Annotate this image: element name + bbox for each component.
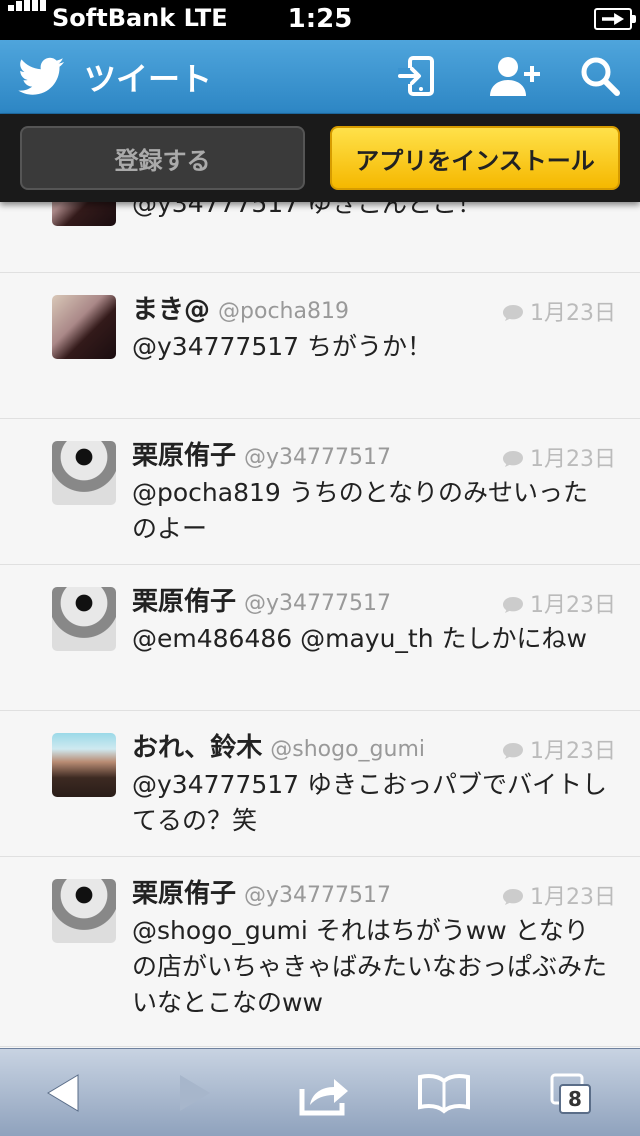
tweet-date[interactable]: 1月23日 [530, 447, 616, 472]
bookmarks-icon[interactable] [416, 1067, 472, 1119]
top-navigation-bar: ツイート [0, 40, 640, 114]
tweet-item[interactable]: 栗原侑子 @y34777517 1月23日 @pocha819 うちのとなりのみせ… [0, 419, 640, 565]
avatar[interactable] [52, 587, 116, 651]
tweet-text: @y34777517 ゆきこおっパブでバイトしてるの？笑 [132, 770, 607, 835]
reply-bubble-icon [503, 889, 523, 905]
user-handle: @y34777517 [244, 883, 392, 908]
reply-bubble-icon [503, 597, 523, 613]
user-name[interactable]: おれ、鈴木 [132, 733, 262, 763]
search-icon[interactable] [578, 54, 622, 98]
browser-toolbar: 8 [0, 1048, 640, 1136]
tweet-text: @y34777517 ゆきこんとこ！ [132, 202, 482, 218]
user-handle: @y34777517 [244, 591, 392, 616]
clock: 1:25 [287, 4, 353, 34]
register-button[interactable]: 登録する [20, 126, 305, 190]
avatar[interactable] [52, 295, 116, 359]
tweet-text: @pocha819 うちのとなりのみせいったのよー [132, 478, 588, 543]
user-handle: @y34777517 [244, 445, 392, 470]
signup-action-bar: 登録する アプリをインストール [0, 114, 640, 202]
reply-bubble-icon [503, 451, 523, 467]
tweet-timeline[interactable]: @y34777517 ゆきこんとこ！ まき@ @pocha819 1月23日 @y… [0, 202, 640, 1048]
twitter-logo-icon[interactable] [18, 56, 66, 96]
user-name[interactable]: 栗原侑子 [132, 879, 236, 909]
tab-count: 8 [568, 1087, 582, 1111]
user-name[interactable]: 栗原侑子 [132, 441, 236, 471]
forward-icon[interactable] [164, 1067, 220, 1119]
tweet-date[interactable]: 1月23日 [530, 739, 616, 764]
tweet-text: @em486486 @mayu_th たしかにねw [132, 624, 587, 653]
avatar[interactable] [52, 879, 116, 943]
tweet-item[interactable]: おれ、鈴木 @shogo_gumi 1月23日 @y34777517 ゆきこおっパ… [0, 711, 640, 857]
follow-user-icon[interactable] [488, 54, 542, 98]
reply-bubble-icon [503, 743, 523, 759]
page-title: ツイート [84, 60, 213, 98]
tweet-date[interactable]: 1月23日 [530, 301, 616, 326]
tweet-text: @shogo_gumi それはちがうww となりの店がいちゃきゃばみたいなおっぱ… [132, 916, 608, 1017]
avatar[interactable] [52, 441, 116, 505]
avatar[interactable] [52, 733, 116, 797]
install-app-button[interactable]: アプリをインストール [330, 126, 620, 190]
share-icon[interactable] [296, 1067, 352, 1119]
tweet-date[interactable]: 1月23日 [530, 593, 616, 618]
tweet-item[interactable]: 栗原侑子 @y34777517 1月23日 @em486486 @mayu_th … [0, 565, 640, 711]
back-icon[interactable] [38, 1067, 94, 1119]
user-name[interactable]: 栗原侑子 [132, 587, 236, 617]
tweet-item-partial[interactable]: @y34777517 ゆきこんとこ！ [0, 202, 640, 273]
battery-icon [594, 8, 636, 30]
sign-in-icon[interactable] [398, 54, 442, 98]
tweet-text: @y34777517 ちがうか！ [132, 332, 432, 361]
reply-bubble-icon [503, 305, 523, 321]
status-bar: SoftBank LTE 1:25 [0, 0, 640, 40]
user-handle: @pocha819 [218, 299, 349, 324]
tweet-item[interactable]: まき@ @pocha819 1月23日 @y34777517 ちがうか！ [0, 273, 640, 419]
user-name[interactable]: まき@ [132, 295, 210, 325]
avatar[interactable] [52, 202, 116, 226]
tweet-item[interactable]: 栗原侑子 @y34777517 1月23日 @shogo_gumi それはちがうw… [0, 857, 640, 1047]
tabs-button[interactable]: 8 [548, 1073, 594, 1117]
tweet-date[interactable]: 1月23日 [530, 885, 616, 910]
user-handle: @shogo_gumi [270, 737, 426, 762]
